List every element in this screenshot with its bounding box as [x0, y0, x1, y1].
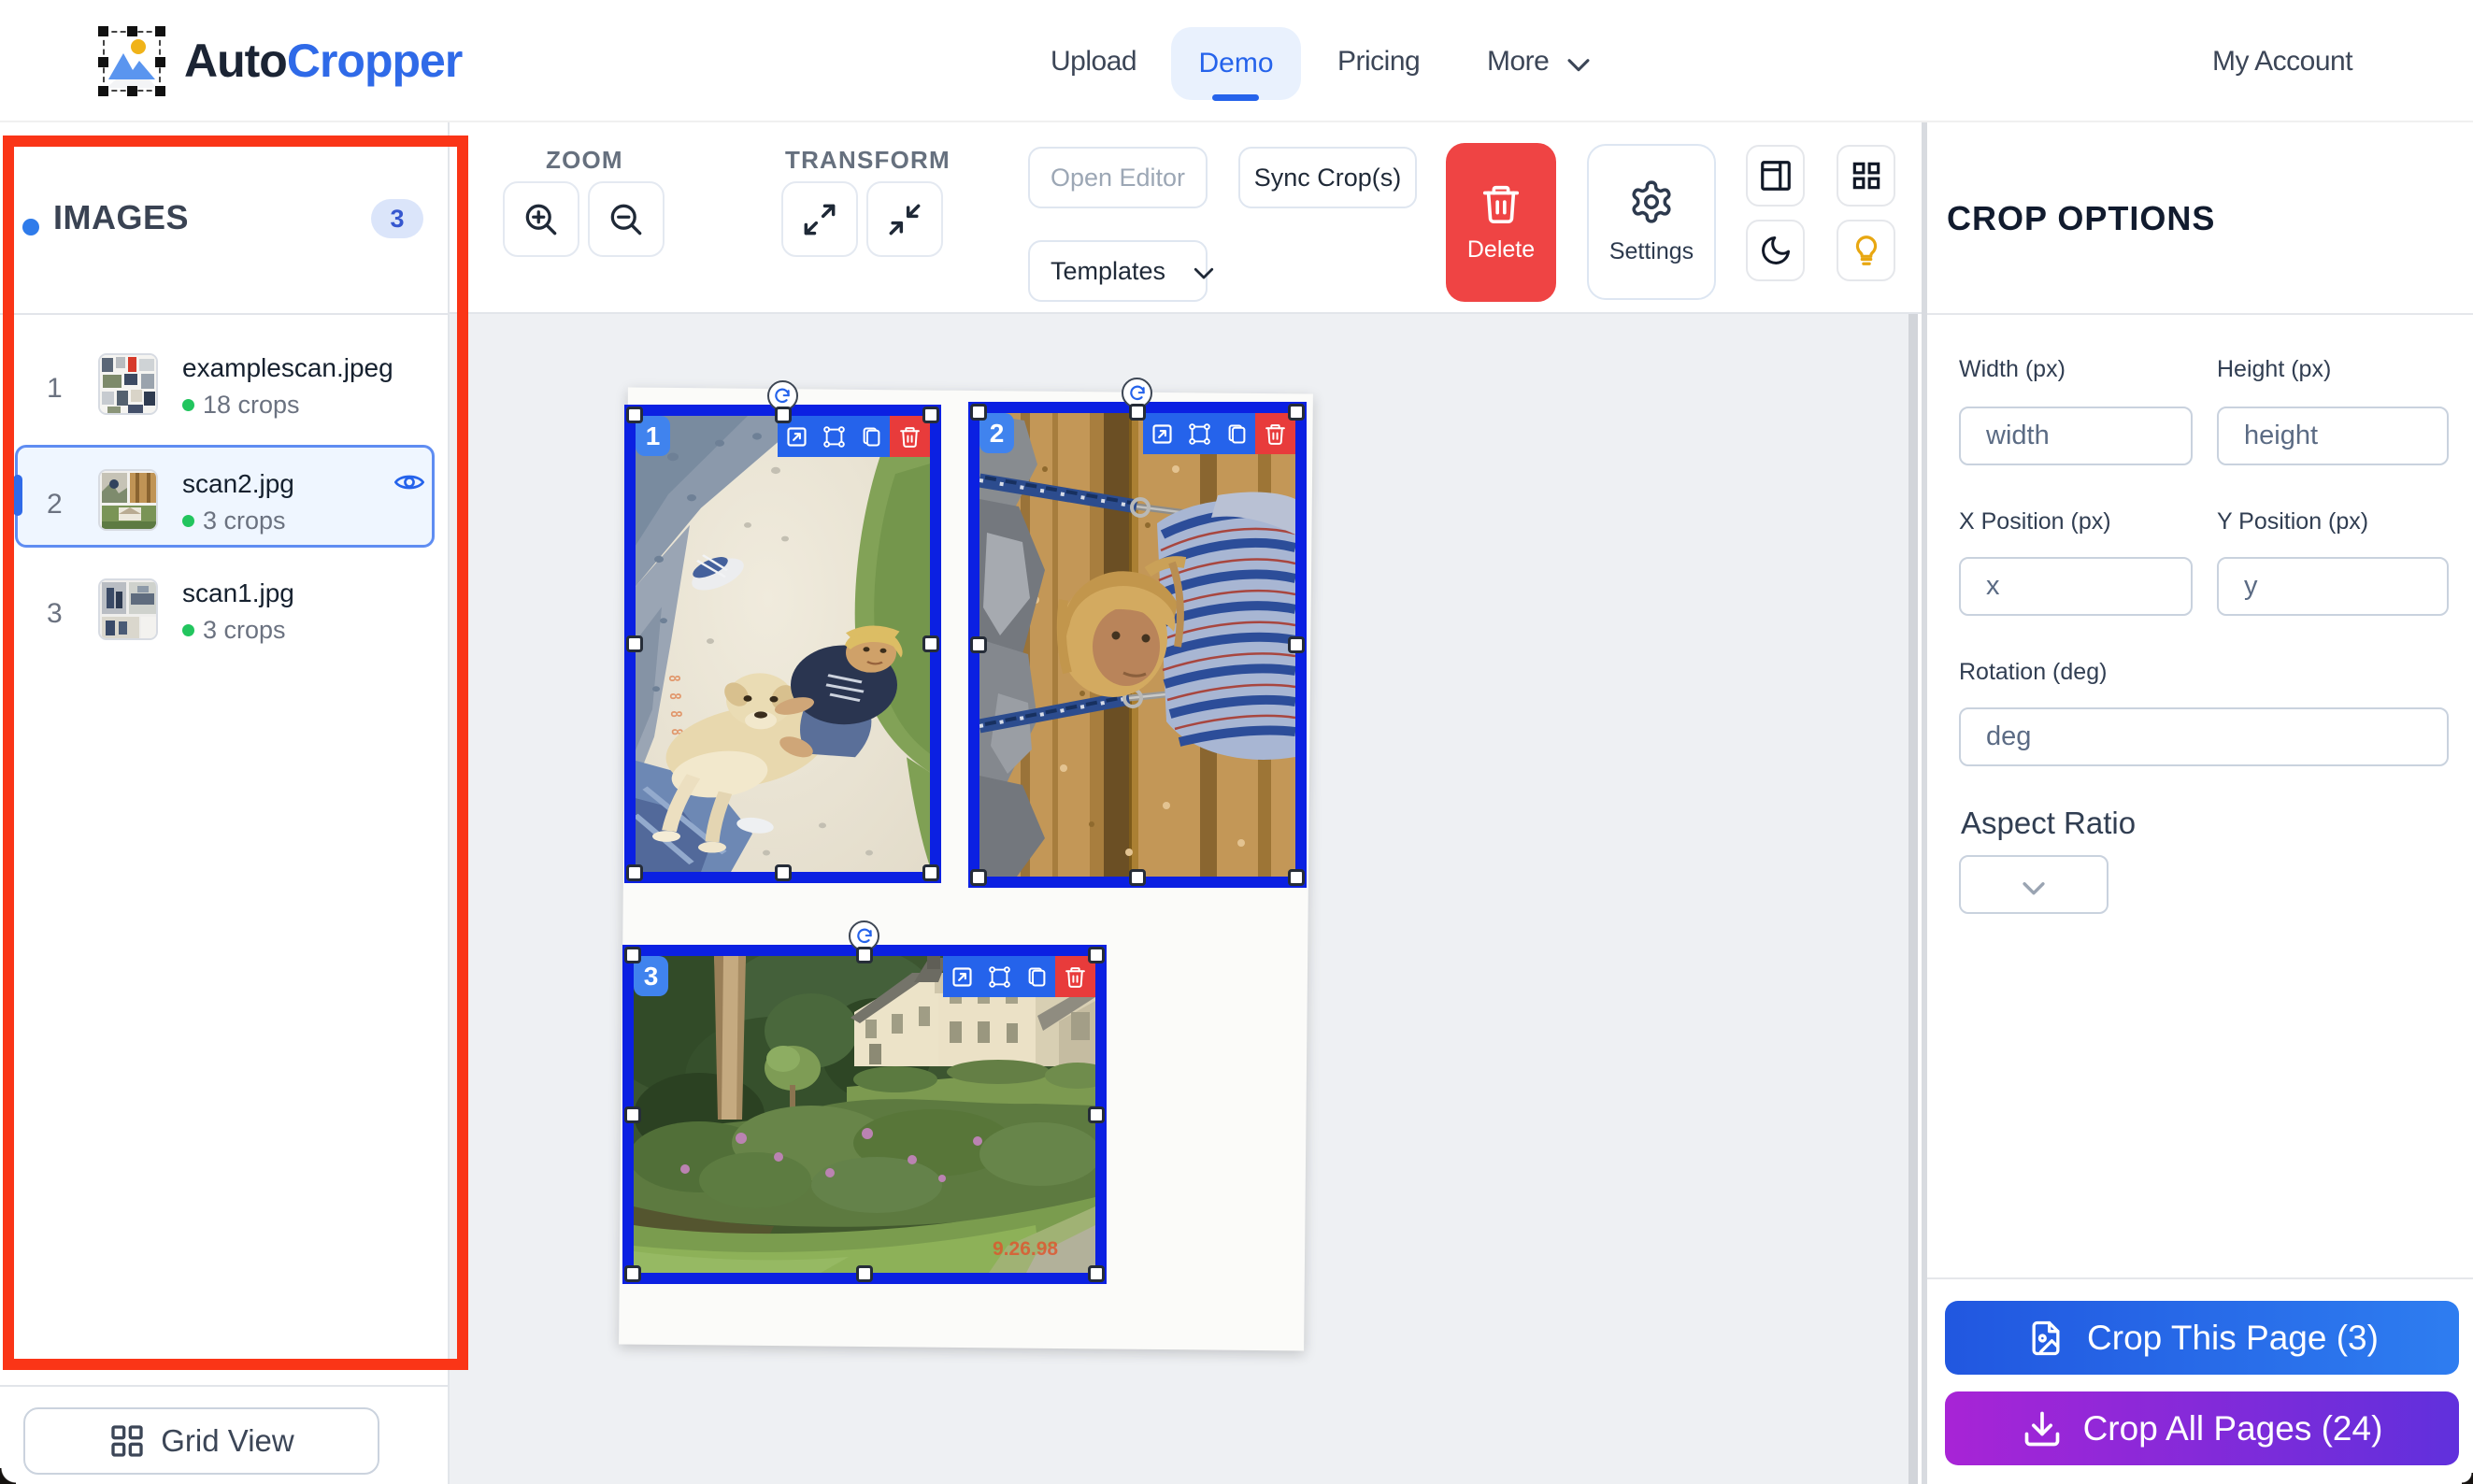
svg-text:8 8 8 8: 8 8 8 8: [665, 675, 685, 739]
svg-text:9.26.98: 9.26.98: [993, 1238, 1058, 1260]
